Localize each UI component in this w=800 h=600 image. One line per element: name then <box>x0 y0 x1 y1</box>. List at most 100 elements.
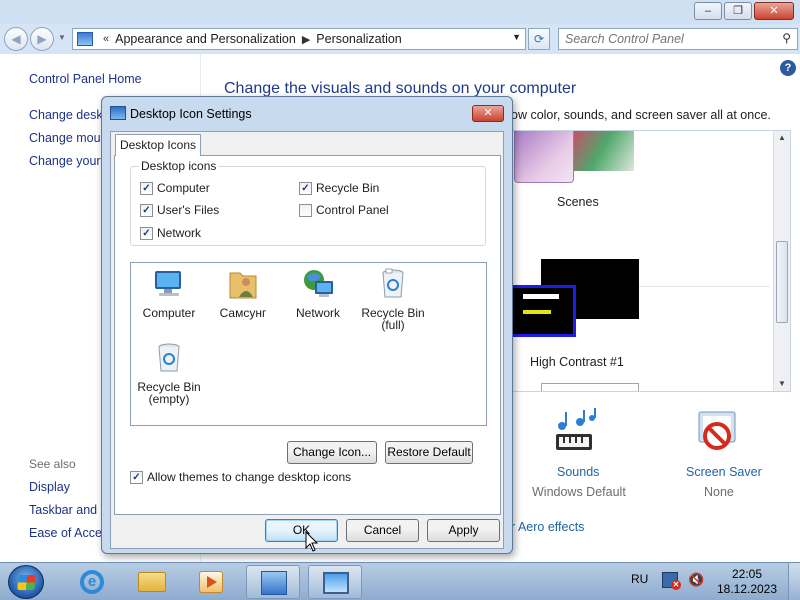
mouse-cursor-icon <box>305 531 319 552</box>
checkbox-box[interactable]: ✓ <box>299 181 312 195</box>
volume-muted-icon[interactable]: 🔇 <box>688 572 704 588</box>
computer-checkbox[interactable]: ✓ Computer <box>140 181 210 195</box>
breadcrumb-personalization[interactable]: Personalization <box>316 32 401 46</box>
language-indicator[interactable]: RU <box>631 572 648 586</box>
aero-effects-link[interactable]: r Aero effects <box>511 520 584 534</box>
ease-of-access-link[interactable]: Ease of Acces <box>29 526 108 540</box>
search-box[interactable]: ⚲ <box>558 28 798 50</box>
maximize-button[interactable]: ❐ <box>724 2 752 20</box>
recycle-bin-full-icon <box>382 268 404 298</box>
theme-list[interactable]: Scenes High Contrast #1 ▲ ▼ <box>501 130 791 392</box>
control-panel-checkbox[interactable]: Control Panel <box>299 203 389 217</box>
sounds-icon[interactable] <box>550 408 600 458</box>
dialog-close-button[interactable]: ✕ <box>472 105 504 122</box>
checkbox-box[interactable]: ✓ <box>140 181 153 195</box>
scroll-down-icon[interactable]: ▼ <box>778 379 786 388</box>
search-icon[interactable]: ⚲ <box>782 31 791 45</box>
change-desktop-icons-link[interactable]: Change deskt <box>29 108 106 122</box>
restore-default-button[interactable]: Restore Default <box>385 441 473 464</box>
control-panel-home-link[interactable]: Control Panel Home <box>29 72 142 86</box>
theme-scenes-label[interactable]: Scenes <box>557 195 599 209</box>
checkbox-label: Computer <box>157 181 210 195</box>
page-subtitle: ow color, sounds, and screen saver all a… <box>511 108 771 122</box>
screen-saver-value: None <box>704 485 734 499</box>
icon-label: Recycle Bin (full) <box>361 306 425 332</box>
icon-item-computer[interactable]: Computer <box>132 267 206 319</box>
sounds-link[interactable]: Sounds <box>557 465 599 479</box>
windows-logo-icon <box>17 575 36 590</box>
dialog-body: Desktop Icons Desktop icons ✓ Computer ✓… <box>110 131 504 549</box>
close-button[interactable]: ✕ <box>754 2 794 20</box>
network-checkbox[interactable]: ✓ Network <box>140 226 201 240</box>
recent-pages-dropdown[interactable]: ▼ <box>58 33 66 42</box>
address-bar[interactable]: « Appearance and Personalization ▶ Perso… <box>72 28 526 50</box>
icon-list[interactable]: Computer Самсунг Network Recycle Bin (fu… <box>130 262 487 426</box>
breadcrumb-appearance[interactable]: Appearance and Personalization <box>115 32 296 46</box>
screen-saver-icon[interactable] <box>693 408 743 458</box>
checkbox-box[interactable]: ✓ <box>130 470 143 484</box>
internet-explorer-icon: e <box>80 570 104 594</box>
change-icon-button[interactable]: Change Icon... <box>287 441 377 464</box>
taskbar-control-panel[interactable] <box>246 565 300 599</box>
dialog-title: Desktop Icon Settings <box>130 107 252 121</box>
tab-desktop-icons[interactable]: Desktop Icons <box>115 134 201 156</box>
next-theme-preview[interactable] <box>541 383 639 391</box>
clock[interactable]: 22:05 18.12.2023 <box>712 567 782 597</box>
checkbox-box[interactable] <box>299 203 312 217</box>
navigation-bar: ◀ ▶ ▼ « Appearance and Personalization ▶… <box>0 24 800 54</box>
chevron-right-icon[interactable]: ▶ <box>302 33 310 46</box>
checkbox-box[interactable]: ✓ <box>140 226 153 240</box>
icon-item-user-files[interactable]: Самсунг <box>206 267 280 319</box>
screen-saver-link[interactable]: Screen Saver <box>686 465 762 479</box>
network-status-icon[interactable]: ✕ <box>662 572 681 590</box>
taskbar-link[interactable]: Taskbar and S <box>29 503 109 517</box>
allow-themes-checkbox[interactable]: ✓ Allow themes to change desktop icons <box>130 470 351 484</box>
desktop-settings-icon <box>110 106 126 120</box>
control-panel-icon <box>261 571 287 595</box>
taskbar-media-player[interactable] <box>184 565 238 599</box>
folder-icon <box>138 572 166 592</box>
scroll-thumb[interactable] <box>776 241 788 323</box>
forward-button[interactable]: ▶ <box>30 27 54 51</box>
theme-list-scrollbar[interactable]: ▲ ▼ <box>773 131 790 391</box>
ok-button[interactable]: OK <box>265 519 338 542</box>
high-contrast-theme-preview[interactable] <box>510 285 576 337</box>
tab-panel: Desktop icons ✓ Computer ✓ User's Files … <box>114 155 501 515</box>
scenes-theme-preview[interactable] <box>514 131 574 183</box>
desktop-settings-icon <box>323 572 349 594</box>
address-dropdown-icon[interactable]: ▼ <box>512 32 521 42</box>
desktop-icons-group: Desktop icons ✓ Computer ✓ User's Files … <box>130 159 486 246</box>
preview-bar <box>523 310 551 314</box>
checkbox-label: User's Files <box>157 203 220 217</box>
minimize-button[interactable]: – <box>694 2 722 20</box>
change-mouse-pointers-link[interactable]: Change mous <box>29 131 107 145</box>
refresh-button[interactable]: ⟳ <box>528 28 550 50</box>
cancel-button[interactable]: Cancel <box>346 519 419 542</box>
control-panel-icon <box>77 32 93 46</box>
taskbar-explorer[interactable] <box>124 565 178 599</box>
icon-item-recycle-bin-empty[interactable]: Recycle Bin (empty) <box>132 341 206 405</box>
breadcrumb-overflow[interactable]: « <box>103 33 109 45</box>
search-input[interactable] <box>559 29 769 49</box>
checkbox-box[interactable]: ✓ <box>140 203 153 217</box>
start-button[interactable] <box>8 565 44 599</box>
apply-button[interactable]: Apply <box>427 519 500 542</box>
back-button[interactable]: ◀ <box>4 27 28 51</box>
checkbox-label: Network <box>157 226 202 240</box>
icon-label: Network <box>295 306 340 320</box>
display-link[interactable]: Display <box>29 480 70 494</box>
checkbox-label: Allow themes to change desktop icons <box>147 470 352 484</box>
help-icon[interactable]: ? <box>780 60 796 76</box>
taskbar-desktop-icon-settings[interactable] <box>308 565 362 599</box>
show-desktop-button[interactable] <box>788 563 800 600</box>
users-files-checkbox[interactable]: ✓ User's Files <box>140 203 219 217</box>
taskbar-internet-explorer[interactable]: e <box>62 565 116 599</box>
recycle-bin-checkbox[interactable]: ✓ Recycle Bin <box>299 181 379 195</box>
theme-high-contrast-label[interactable]: High Contrast #1 <box>530 355 624 369</box>
desktop-icon-settings-dialog: Desktop Icon Settings ✕ Desktop Icons De… <box>101 96 513 554</box>
icon-item-network[interactable]: Network <box>281 267 355 319</box>
sounds-value: Windows Default <box>532 485 626 499</box>
icon-item-recycle-bin-full[interactable]: Recycle Bin (full) <box>356 267 430 331</box>
scroll-up-icon[interactable]: ▲ <box>778 133 786 142</box>
change-account-picture-link[interactable]: Change your <box>29 154 101 168</box>
